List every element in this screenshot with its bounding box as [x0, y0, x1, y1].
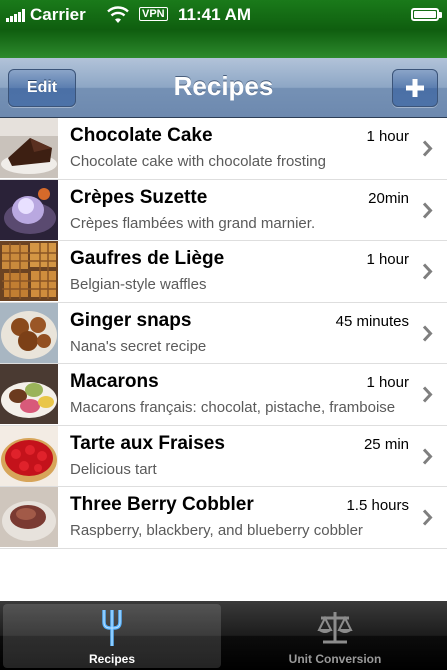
- recipe-description: Nana's secret recipe: [70, 337, 207, 355]
- recipe-list: Chocolate Cake 1 hour Chocolate cake wit…: [0, 118, 447, 601]
- plus-icon: [406, 79, 424, 97]
- recipe-title: Ginger snaps: [70, 309, 192, 331]
- recipe-thumbnail: [0, 179, 58, 240]
- recipe-description: Delicious tart: [70, 460, 157, 478]
- chevron-right-icon: [422, 140, 433, 157]
- carrier-name: Carrier: [30, 5, 86, 24]
- recipe-description: Raspberry, blackbery, and blueberry cobb…: [70, 522, 363, 539]
- recipe-row-ginger-snaps[interactable]: Ginger snaps 45 minutes Nana's secret re…: [0, 302, 447, 364]
- chevron-right-icon: [422, 447, 433, 465]
- tab-unit-conversion[interactable]: Unit Conversion: [226, 604, 444, 668]
- scale-icon: [317, 612, 353, 644]
- recipe-thumbnail: [0, 241, 58, 301]
- status-time: 11:41 AM: [178, 5, 252, 24]
- tab-label: Unit Conversion: [288, 652, 382, 666]
- recipe-row-macarons[interactable]: Macarons 1 hour Macarons français: choco…: [0, 364, 447, 426]
- recipe-description: Belgian-style waffles: [70, 276, 207, 293]
- recipe-description: Chocolate cake with chocolate frosting: [70, 153, 326, 170]
- add-recipe-button[interactable]: [392, 69, 438, 107]
- recipe-time: 1 hour: [366, 128, 409, 145]
- recipe-title: Macarons: [70, 371, 159, 392]
- status-bar-extension: [0, 30, 447, 58]
- chevron-right-icon: [422, 201, 433, 219]
- chevron-right-icon: [422, 324, 433, 342]
- recipe-title: Tarte aux Fraises: [70, 432, 225, 454]
- recipe-time: 20min: [368, 189, 409, 207]
- vpn-badge: VPN: [139, 7, 168, 21]
- wifi-icon: [107, 6, 129, 23]
- recipe-title: Chocolate Cake: [70, 125, 213, 146]
- recipe-title: Gaufres de Liège: [70, 248, 225, 269]
- chevron-right-icon: [422, 509, 433, 526]
- recipe-time: 1.5 hours: [346, 497, 409, 514]
- signal-strength-icon: [6, 9, 25, 22]
- recipe-title: Three Berry Cobbler: [70, 494, 254, 515]
- recipe-thumbnail: [0, 364, 58, 424]
- status-bar: Carrier VPN 11:41 AM: [0, 0, 447, 30]
- tab-label: Recipes: [88, 652, 136, 666]
- recipe-time: 1 hour: [366, 374, 409, 391]
- recipe-row-chocolate-cake[interactable]: Chocolate Cake 1 hour Chocolate cake wit…: [0, 118, 447, 180]
- recipe-row-gaufres-de-liege[interactable]: Gaufres de Liège 1 hour Belgian-style wa…: [0, 241, 447, 303]
- recipe-time: 1 hour: [366, 251, 409, 268]
- recipe-title: Crèpes Suzette: [70, 186, 208, 208]
- recipe-thumbnail: [0, 487, 58, 547]
- chevron-right-icon: [422, 386, 433, 403]
- recipe-row-crepes-suzette[interactable]: Crèpes Suzette 20min Crèpes flambées wit…: [0, 179, 447, 241]
- chevron-right-icon: [422, 263, 433, 280]
- recipe-time: 25 min: [363, 435, 409, 453]
- navigation-bar: Edit Recipes: [0, 58, 447, 118]
- fork-icon: [102, 610, 122, 646]
- recipe-row-three-berry-cobbler[interactable]: Three Berry Cobbler 1.5 hours Raspberry,…: [0, 487, 447, 549]
- recipe-thumbnail: [0, 118, 58, 178]
- recipe-thumbnail: [0, 302, 58, 363]
- page-title: Recipes: [173, 71, 274, 101]
- battery-icon: [411, 8, 442, 21]
- tab-bar: Recipes Unit Conversion: [0, 601, 447, 670]
- recipe-time: 45 minutes: [335, 312, 409, 330]
- tab-recipes[interactable]: Recipes: [3, 604, 221, 668]
- recipe-thumbnail: [0, 425, 58, 486]
- recipe-description: Crèpes flambées with grand marnier.: [70, 214, 316, 232]
- recipe-description: Macarons français: chocolat, pistache, f…: [70, 399, 396, 416]
- recipe-row-tarte-aux-fraises[interactable]: Tarte aux Fraises 25 min Delicious tart: [0, 425, 447, 487]
